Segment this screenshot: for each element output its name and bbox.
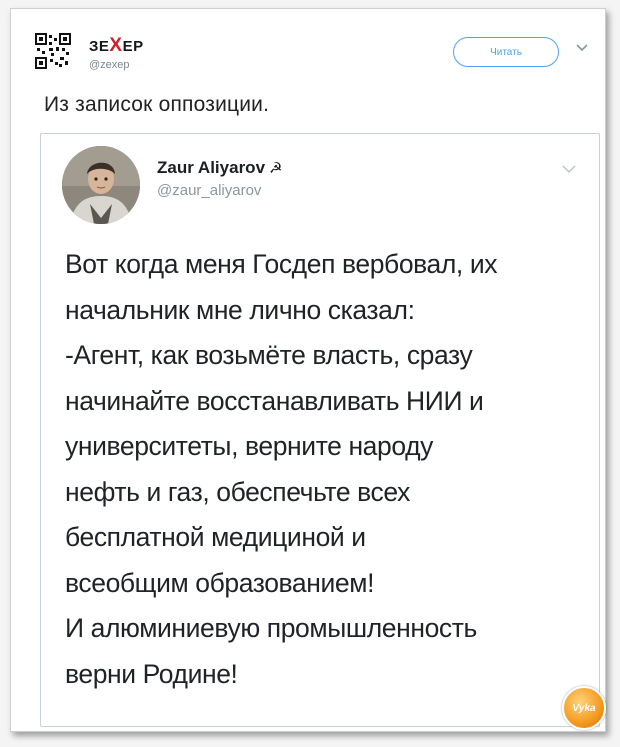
author-name-left: ЗЕ — [89, 38, 110, 55]
chevron-down-icon[interactable] — [575, 43, 589, 53]
quoted-text-line: бесплатной медициной и — [65, 522, 366, 552]
quoted-author-handle[interactable]: @zaur_aliyarov — [157, 182, 261, 199]
author-name[interactable]: ЗЕХЕР — [89, 35, 144, 57]
quoted-text-line: Вот когда меня Госдеп вербовал, их — [65, 249, 498, 279]
quoted-author-name-text: Zaur Aliyarov — [157, 158, 266, 177]
tweet-card: ЗЕХЕР @zexep Читать Из записок оппозиции… — [10, 8, 606, 732]
author-name-right: ЕР — [122, 38, 144, 55]
quoted-tweet-text: Вот когда меня Госдеп вербовал, их начал… — [65, 242, 585, 697]
tweet-text: Из записок оппозиции. — [44, 93, 270, 116]
quoted-text-line: нефть и газ, обеспечьте всех — [65, 476, 410, 507]
qr-code-icon[interactable] — [35, 33, 71, 69]
author-handle[interactable]: @zexep — [89, 59, 130, 71]
quoted-text-line: начинайте восстанавливать НИИ и — [65, 385, 484, 416]
quoted-tweet[interactable]: Zaur Aliyarov ☭ @zaur_aliyarov Вот когда … — [40, 133, 600, 727]
quoted-chevron-down-icon[interactable] — [561, 164, 577, 174]
author-name-x: Х — [109, 35, 123, 56]
quoted-text-line: И алюминиевую промышленность — [65, 613, 477, 643]
watermark-logo: Vyka — [562, 686, 606, 730]
quoted-text-line: -Агент, как возьмёте власть, сразу — [65, 340, 473, 370]
quoted-author-name[interactable]: Zaur Aliyarov ☭ — [157, 158, 282, 178]
tweet-header: ЗЕХЕР @zexep Читать — [35, 29, 595, 79]
hammer-sickle-icon: ☭ — [269, 160, 283, 177]
quoted-text-line: верни Родине! — [65, 658, 238, 689]
follow-button[interactable]: Читать — [453, 37, 559, 67]
quoted-text-line: всеобщим образованием! — [65, 567, 375, 598]
quoted-text-line: начальник мне лично сказал: — [65, 294, 415, 325]
quoted-text-line: университеты, верните народу — [65, 431, 434, 461]
avatar[interactable] — [62, 146, 140, 224]
avatar-image — [62, 146, 140, 224]
